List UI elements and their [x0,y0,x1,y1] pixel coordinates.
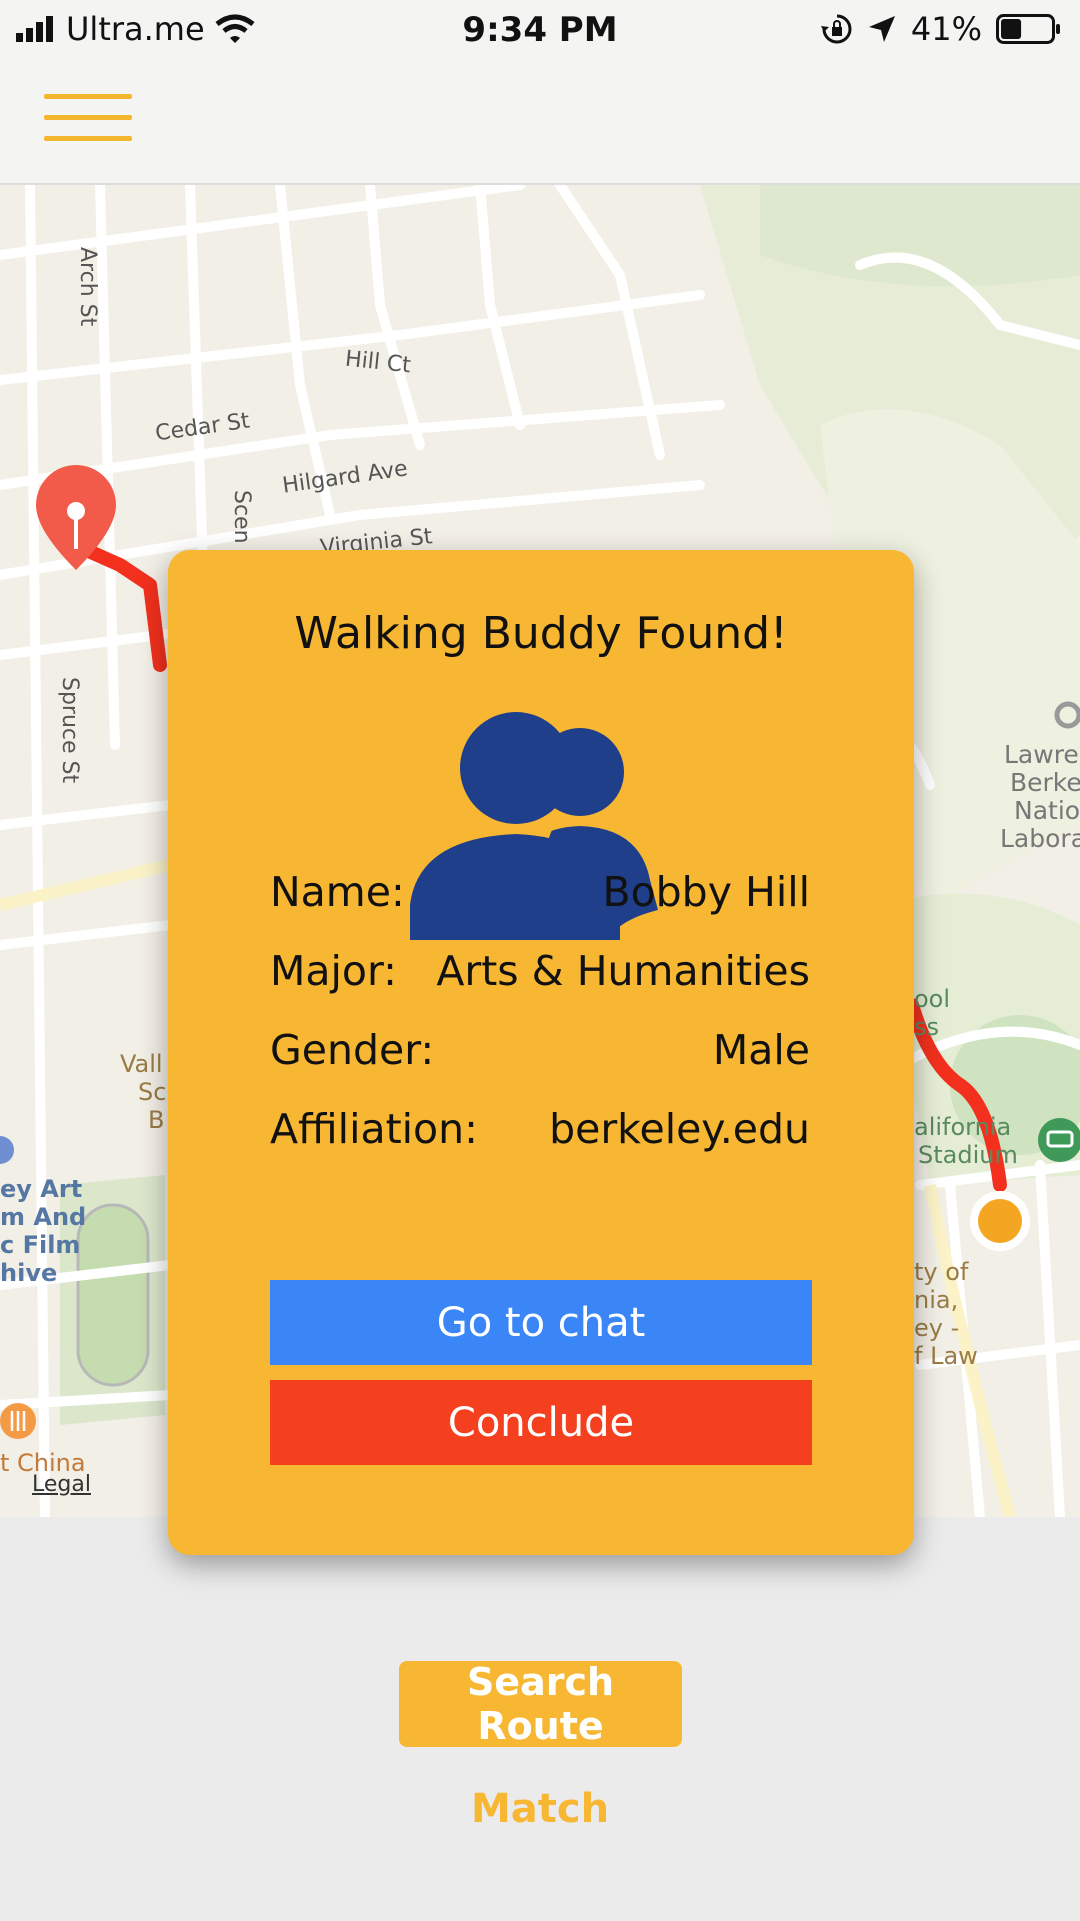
poi-label: Labora [1000,824,1080,853]
location-arrow-icon [868,16,895,42]
status-bar: Ultra.me 9:34 PM 41% [0,0,1080,60]
orientation-lock-icon [820,14,852,44]
match-link[interactable]: Match [0,1786,1080,1832]
battery-icon [996,14,1060,44]
restaurant-icon [0,1403,36,1439]
poi-label: c Film [0,1231,81,1259]
card-title: Walking Buddy Found! [294,608,788,659]
major-row: Major: Arts & Humanities [270,947,810,995]
major-label: Major: [270,947,397,995]
status-right: 41% [820,10,1062,48]
search-route-button[interactable]: Search Route [399,1660,682,1748]
affiliation-row: Affiliation: berkeley.edu [270,1105,810,1153]
poi-label: ss [914,1013,940,1041]
poi-label: Sc [138,1078,167,1106]
street-label: Scen [229,490,254,544]
poi-label: Vall [120,1050,163,1078]
name-label: Name: [270,868,405,916]
destination-dot-icon[interactable] [970,1191,1030,1251]
gender-value: Male [712,1026,810,1074]
poi-label: Lawre [1004,740,1079,769]
poi-label: Natio [1014,796,1080,825]
poi-label: m And [0,1203,87,1231]
go-to-chat-button[interactable]: Go to chat [270,1280,812,1365]
name-row: Name: Bobby Hill [270,868,810,916]
poi-label: ey - [914,1314,960,1342]
info-poi-icon [0,1136,14,1164]
affiliation-value: berkeley.edu [549,1105,810,1153]
poi-label: B [148,1106,165,1134]
poi-label: hive [0,1259,58,1287]
poi-label: ey Art [0,1175,83,1203]
poi-label: f Law [914,1342,978,1370]
app-header [0,60,1080,185]
legal-link[interactable]: Legal [32,1472,91,1497]
name-value: Bobby Hill [602,868,810,916]
poi-label: ool [914,985,951,1013]
stadium-icon [1038,1118,1080,1162]
poi-label: Stadium [918,1141,1018,1169]
poi-label: ty of [914,1258,969,1286]
gender-row: Gender: Male [270,1026,810,1074]
affiliation-label: Affiliation: [270,1105,478,1153]
battery-percent: 41% [910,10,982,48]
street-label: Spruce St [57,677,82,784]
street-label: Arch St [75,247,100,327]
buddy-found-card: Walking Buddy Found! Name: Bobby Hill Ma… [168,550,914,1555]
poi-label: alifornia [914,1113,1012,1141]
poi-label: Berke [1010,768,1080,797]
major-value: Arts & Humanities [436,947,810,995]
hamburger-menu-icon[interactable] [44,94,132,150]
conclude-button[interactable]: Conclude [270,1380,812,1465]
poi-label: nia, [914,1286,959,1314]
gender-label: Gender: [270,1026,435,1074]
